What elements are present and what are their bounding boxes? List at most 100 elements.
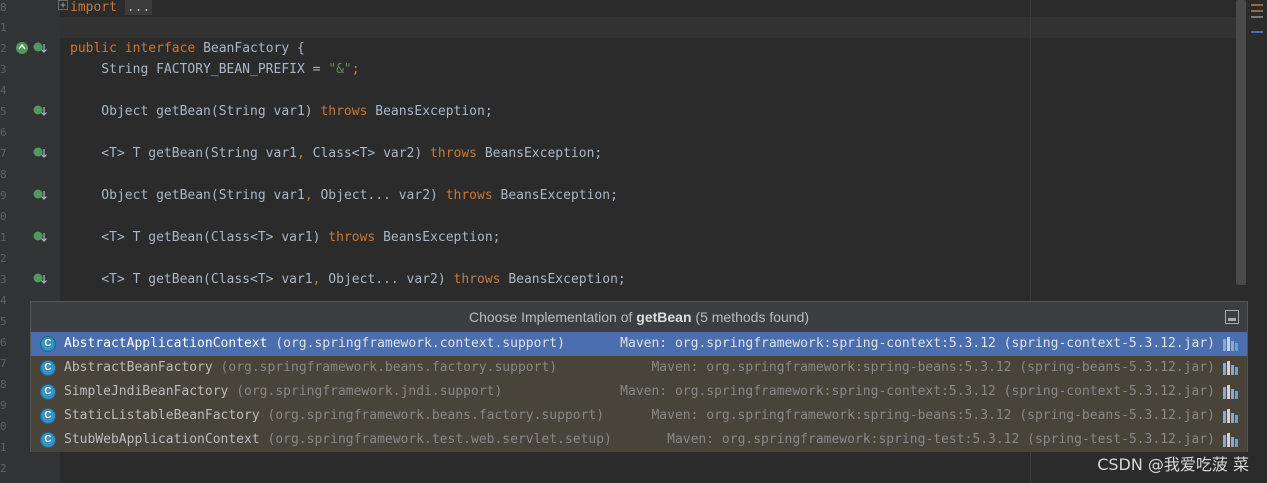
class-icon: C — [40, 360, 56, 376]
line-number: 3 — [0, 63, 7, 76]
package-name: (org.springframework.beans.factory.suppo… — [267, 408, 605, 423]
line-number: 7 — [0, 357, 7, 370]
package-name: (org.springframework.test.web.servlet.se… — [267, 432, 612, 447]
library-icon — [1223, 409, 1238, 423]
stripe-marker[interactable] — [1251, 4, 1263, 6]
open-in-find-window-icon[interactable] — [1225, 310, 1239, 324]
code-text: Object getBean(String var1) — [70, 104, 321, 119]
code-line-interface[interactable]: public interface BeanFactory { — [70, 38, 305, 59]
code-text: Object... var2) — [320, 272, 454, 287]
code-text: <T> T getBean(Class<T> var1 — [70, 272, 313, 287]
implementation-item[interactable]: C SimpleJndiBeanFactory (org.springframe… — [31, 380, 1247, 404]
popup-title-method: getBean — [636, 309, 692, 325]
keyword: public — [70, 41, 117, 56]
implemented-method-icon[interactable] — [33, 146, 47, 160]
implemented-method-icon[interactable] — [33, 272, 47, 286]
line-number: 1 — [0, 441, 7, 454]
code-line-import[interactable]: import ... — [70, 0, 153, 18]
implemented-method-icon[interactable] — [33, 41, 47, 55]
line-number: 1 — [0, 231, 7, 244]
line-number: 2 — [0, 42, 7, 55]
comma: , — [296, 146, 305, 161]
interface-name: BeanFactory { — [195, 41, 305, 56]
library-name: Maven: org.springframework:spring-contex… — [620, 336, 1215, 351]
implemented-method-icon[interactable] — [33, 230, 47, 244]
keyword: throws — [430, 146, 478, 161]
library-icon — [1223, 385, 1238, 399]
library-icon — [1223, 337, 1238, 351]
implementation-item[interactable]: C StaticListableBeanFactory (org.springf… — [31, 404, 1247, 428]
code-text: BeansException; — [500, 272, 626, 287]
line-number: 3 — [0, 273, 7, 286]
line-number: 4 — [0, 294, 7, 307]
inheritors-icon[interactable] — [15, 41, 29, 55]
class-name: StubWebApplicationContext — [64, 432, 260, 447]
line-number: 4 — [0, 84, 7, 97]
code-text: Class<T> var2) — [304, 146, 431, 161]
stripe-marker[interactable] — [1251, 16, 1263, 18]
choose-implementation-popup[interactable]: Choose Implementation of getBean (5 meth… — [30, 301, 1248, 452]
code-line-method[interactable]: <T> T getBean(String var1, Class<T> var2… — [70, 143, 602, 164]
code-text: Object getBean(String var1 — [70, 188, 305, 203]
line-number: 9 — [0, 399, 7, 412]
library-name: Maven: org.springframework:spring-test:5… — [667, 432, 1215, 447]
code-text: <T> T getBean(String var1 — [70, 146, 297, 161]
line-number: 8 — [0, 378, 7, 391]
line-number: 0 — [0, 420, 7, 433]
line-number: 8 — [0, 168, 7, 181]
popup-title-suffix: (5 methods found) — [691, 309, 810, 325]
line-number: 2 — [0, 252, 7, 265]
folded-imports[interactable]: ... — [124, 0, 153, 15]
line-number: 2 — [0, 462, 7, 475]
line-number: 5 — [0, 315, 7, 328]
implemented-method-icon[interactable] — [33, 104, 47, 118]
line-number: 8 — [0, 1, 7, 14]
scrollbar-thumb[interactable] — [1236, 0, 1246, 285]
keyword: interface — [124, 41, 196, 56]
class-name: AbstractBeanFactory — [64, 360, 213, 375]
class-name: AbstractApplicationContext — [64, 336, 268, 351]
class-icon: C — [40, 336, 56, 352]
code-line-method[interactable]: Object getBean(String var1) throws Beans… — [70, 101, 493, 122]
class-icon: C — [40, 408, 56, 424]
keyword: import — [70, 0, 117, 15]
comma: , — [304, 188, 313, 203]
package-name: (org.springframework.context.support) — [275, 336, 565, 351]
code-line-method[interactable]: <T> T getBean(Class<T> var1) throws Bean… — [70, 227, 500, 248]
code-text: BeansException; — [477, 146, 603, 161]
implementation-item[interactable]: C AbstractApplicationContext (org.spring… — [31, 332, 1247, 356]
implementation-item[interactable]: C StubWebApplicationContext (org.springf… — [31, 428, 1247, 452]
stripe-marker[interactable] — [1251, 31, 1263, 33]
current-line-highlight — [60, 17, 1240, 38]
error-stripe — [1248, 0, 1267, 483]
library-icon — [1223, 433, 1238, 447]
package-name: (org.springframework.jndi.support) — [236, 384, 503, 399]
code-text: BeansException; — [367, 104, 493, 119]
library-name: Maven: org.springframework:spring-contex… — [620, 384, 1215, 399]
class-icon: C — [40, 432, 56, 448]
line-number: 0 — [0, 210, 7, 223]
keyword: throws — [445, 188, 493, 203]
popup-title: Choose Implementation of getBean (5 meth… — [31, 302, 1247, 332]
line-number: 9 — [0, 189, 7, 202]
code-line-field[interactable]: String FACTORY_BEAN_PREFIX = "&"; — [70, 59, 359, 80]
line-number: 7 — [0, 147, 7, 160]
implementation-item[interactable]: C AbstractBeanFactory (org.springframewo… — [31, 356, 1247, 380]
implemented-method-icon[interactable] — [33, 188, 47, 202]
code-line-method[interactable]: Object getBean(String var1, Object... va… — [70, 185, 618, 206]
code-text: BeansException; — [492, 188, 618, 203]
fold-toggle-icon[interactable] — [58, 0, 68, 10]
code-text: BeansException; — [375, 230, 501, 245]
class-name: SimpleJndiBeanFactory — [64, 384, 229, 399]
keyword: throws — [453, 272, 501, 287]
package-name: (org.springframework.beans.factory.suppo… — [220, 360, 558, 375]
code-text: Object... var2) — [312, 188, 446, 203]
watermark: CSDN @我爱吃菠 菜 — [1097, 455, 1249, 474]
line-number: 6 — [0, 336, 7, 349]
library-name: Maven: org.springframework:spring-beans:… — [651, 360, 1215, 375]
string-literal: "&" — [328, 62, 352, 77]
code-line-method[interactable]: <T> T getBean(Class<T> var1, Object... v… — [70, 269, 626, 290]
stripe-marker[interactable] — [1251, 10, 1263, 12]
popup-title-prefix: Choose Implementation of — [468, 309, 637, 325]
class-name: StaticListableBeanFactory — [64, 408, 260, 423]
